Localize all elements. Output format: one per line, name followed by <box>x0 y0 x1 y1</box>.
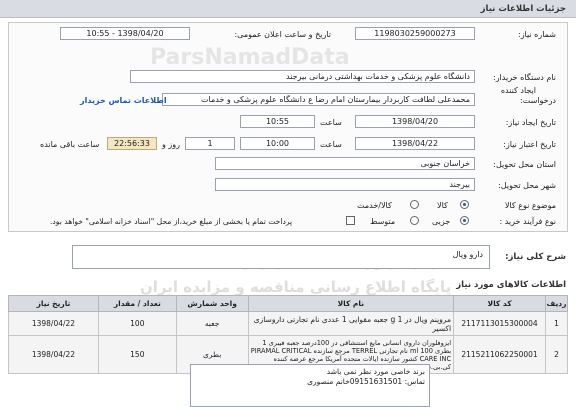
description-field[interactable]: دارو ویال <box>72 245 490 269</box>
announce-date-label: تاریخ و ساعت اعلان عمومی: <box>234 30 331 39</box>
province-field[interactable]: خراسان جنوبی <box>215 157 475 170</box>
days-label: روز و <box>162 140 180 149</box>
table-header-row: ردیف کد کالا نام کالا واحد شمارش تعداد /… <box>8 295 568 312</box>
need-number-label: شماره نیاز: <box>518 30 556 39</box>
requester-label-1: ایجاد کننده <box>500 86 536 95</box>
cell-name: مروپنم ویال در 1 g جعبه مقوایی 1 عددی نا… <box>247 311 455 336</box>
deadline-label: تاریخ اعتبار نیاز: <box>503 140 556 149</box>
announce-date-field[interactable]: 1398/04/20 - 10:55 <box>60 27 190 40</box>
create-time-label: ساعت <box>320 118 342 127</box>
col-header-name: نام کالا <box>247 295 455 312</box>
table-row[interactable]: 1 2117113015300004 مروپنم ویال در 1 g جع… <box>8 311 568 336</box>
requester-label-2: درخواست: <box>520 96 556 105</box>
cell-date: 1398/04/22 <box>8 311 99 336</box>
cell-code: 2117113015300004 <box>453 311 547 336</box>
create-time-field[interactable]: 10:55 <box>240 115 315 128</box>
buyer-org-label: نام دستگاه خریدار: <box>493 73 556 82</box>
subject-goods-service-radio[interactable] <box>410 200 419 209</box>
page-title: جزئیات اطلاعات نیاز <box>480 4 566 14</box>
col-header-qty: تعداد / مقدار <box>97 295 177 312</box>
treasury-payment-checkbox[interactable] <box>346 216 355 225</box>
need-number-field[interactable]: 1198030259000273 <box>355 27 475 40</box>
buyer-org-field[interactable]: دانشگاه علوم پزشکی و خدمات بهداشتی درمان… <box>130 70 475 83</box>
cell-qty: 100 <box>97 311 177 336</box>
col-header-code: کد کالا <box>453 295 547 312</box>
remaining-time-field: 22:56:33 <box>107 137 157 150</box>
purchase-minor-radio[interactable] <box>460 216 469 225</box>
city-field[interactable]: بیرجند <box>215 178 475 191</box>
cell-index: 2 <box>545 335 568 374</box>
treasury-payment-note: پرداخت تمام یا بخشی از مبلغ خرید،از محل … <box>50 217 293 226</box>
buyer-note-line-2: تماس: 09151631501خانم منصوری <box>307 377 425 386</box>
subject-type-label: موضوع نوع کالا <box>504 201 556 210</box>
subject-goods-label: کالا <box>437 201 448 210</box>
deadline-date-field[interactable]: 1398/04/22 <box>355 137 475 150</box>
cell-date: 1398/04/22 <box>8 335 99 374</box>
description-value: دارو ویال <box>452 250 483 259</box>
col-header-index: ردیف <box>545 295 568 312</box>
requester-field[interactable]: محمدعلی لطافت کاربردار بیمارستان امام رض… <box>162 93 475 106</box>
cell-code: 2115211062250001 <box>453 335 547 374</box>
items-table: ردیف کد کالا نام کالا واحد شمارش تعداد /… <box>8 295 568 374</box>
watermark-line-2: پایگاه اطلاع رسانی مناقصه و مزایده ایران <box>140 278 452 296</box>
buyer-contact-link[interactable]: اطلاعات تماس خریدار <box>80 96 167 105</box>
province-label: استان محل تحویل: <box>493 160 556 169</box>
purchase-minor-label: جزیی <box>432 217 451 226</box>
description-label: شرح کلی نیاز: <box>505 252 566 262</box>
purchase-type-label: نوع فرآیند خرید : <box>499 217 556 226</box>
deadline-time-label: ساعت <box>320 140 342 149</box>
items-section-title: اطلاعات کالاهای مورد نیاز <box>456 280 566 290</box>
create-date-label: تاریخ ایجاد نیاز: <box>505 118 556 127</box>
cell-index: 1 <box>545 311 568 336</box>
cell-qty: 150 <box>97 335 177 374</box>
remaining-label: ساعت باقی مانده <box>40 140 100 149</box>
col-header-date: تاریخ نیاز <box>8 295 99 312</box>
create-date-field[interactable]: 1398/04/20 <box>355 115 475 128</box>
cell-unit: جعبه <box>175 311 249 336</box>
deadline-time-field[interactable]: 10:00 <box>240 137 315 150</box>
subject-goods-service-label: کالا/خدمت <box>357 201 392 210</box>
purchase-medium-radio[interactable] <box>410 216 419 225</box>
buyer-notes-box[interactable]: برند خاصی مورد نظر نمی باشد تماس: 091516… <box>190 364 430 407</box>
remaining-days-field: 1 <box>185 137 235 150</box>
page-header: جزئیات اطلاعات نیاز <box>0 0 576 18</box>
buyer-note-line-1: برند خاصی مورد نظر نمی باشد <box>326 367 425 376</box>
subject-goods-radio[interactable] <box>460 200 469 209</box>
city-label: شهر محل تحویل: <box>498 181 556 190</box>
col-header-unit: واحد شمارش <box>175 295 249 312</box>
purchase-medium-label: متوسط <box>370 217 396 226</box>
